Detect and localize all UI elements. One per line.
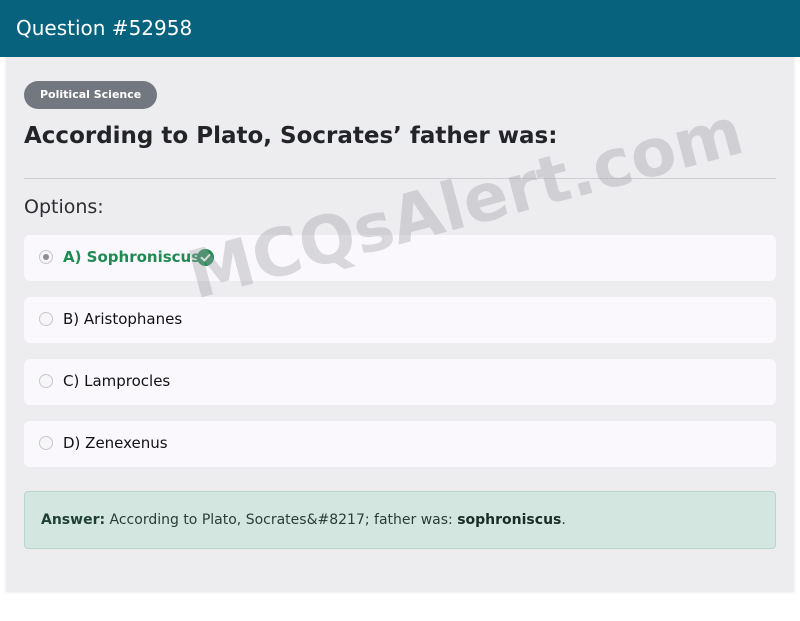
option-b[interactable]: B) Aristophanes	[24, 297, 776, 343]
option-d-radio[interactable]	[39, 436, 53, 450]
option-c[interactable]: C) Lamprocles	[24, 359, 776, 405]
question-number: Question #52958	[16, 16, 193, 40]
category-badge[interactable]: Political Science	[24, 81, 158, 109]
option-a[interactable]: A) Sophroniscus	[24, 235, 776, 281]
option-a-radio[interactable]	[39, 250, 53, 264]
answer-box: Answer: According to Plato, Socrates&#82…	[24, 491, 776, 549]
option-b-radio[interactable]	[39, 312, 53, 326]
option-c-label: C) Lamprocles	[63, 372, 171, 390]
answer-text: According to Plato, Socrates&#8217; fath…	[109, 512, 453, 528]
divider	[24, 178, 776, 179]
option-c-radio[interactable]	[39, 374, 53, 388]
answer-label: Answer:	[41, 512, 106, 528]
answer-value: sophroniscus	[457, 512, 562, 528]
option-a-label: A) Sophroniscus	[63, 248, 201, 266]
options-heading: Options:	[24, 196, 104, 218]
option-d-label: D) Zenexenus	[63, 434, 168, 452]
option-b-label: B) Aristophanes	[63, 310, 183, 328]
question-text: According to Plato, Socrates’ father was…	[24, 123, 558, 149]
answer-end: .	[561, 512, 566, 528]
check-circle-icon	[197, 249, 214, 266]
option-d[interactable]: D) Zenexenus	[24, 421, 776, 467]
question-header: Question #52958	[0, 0, 800, 57]
